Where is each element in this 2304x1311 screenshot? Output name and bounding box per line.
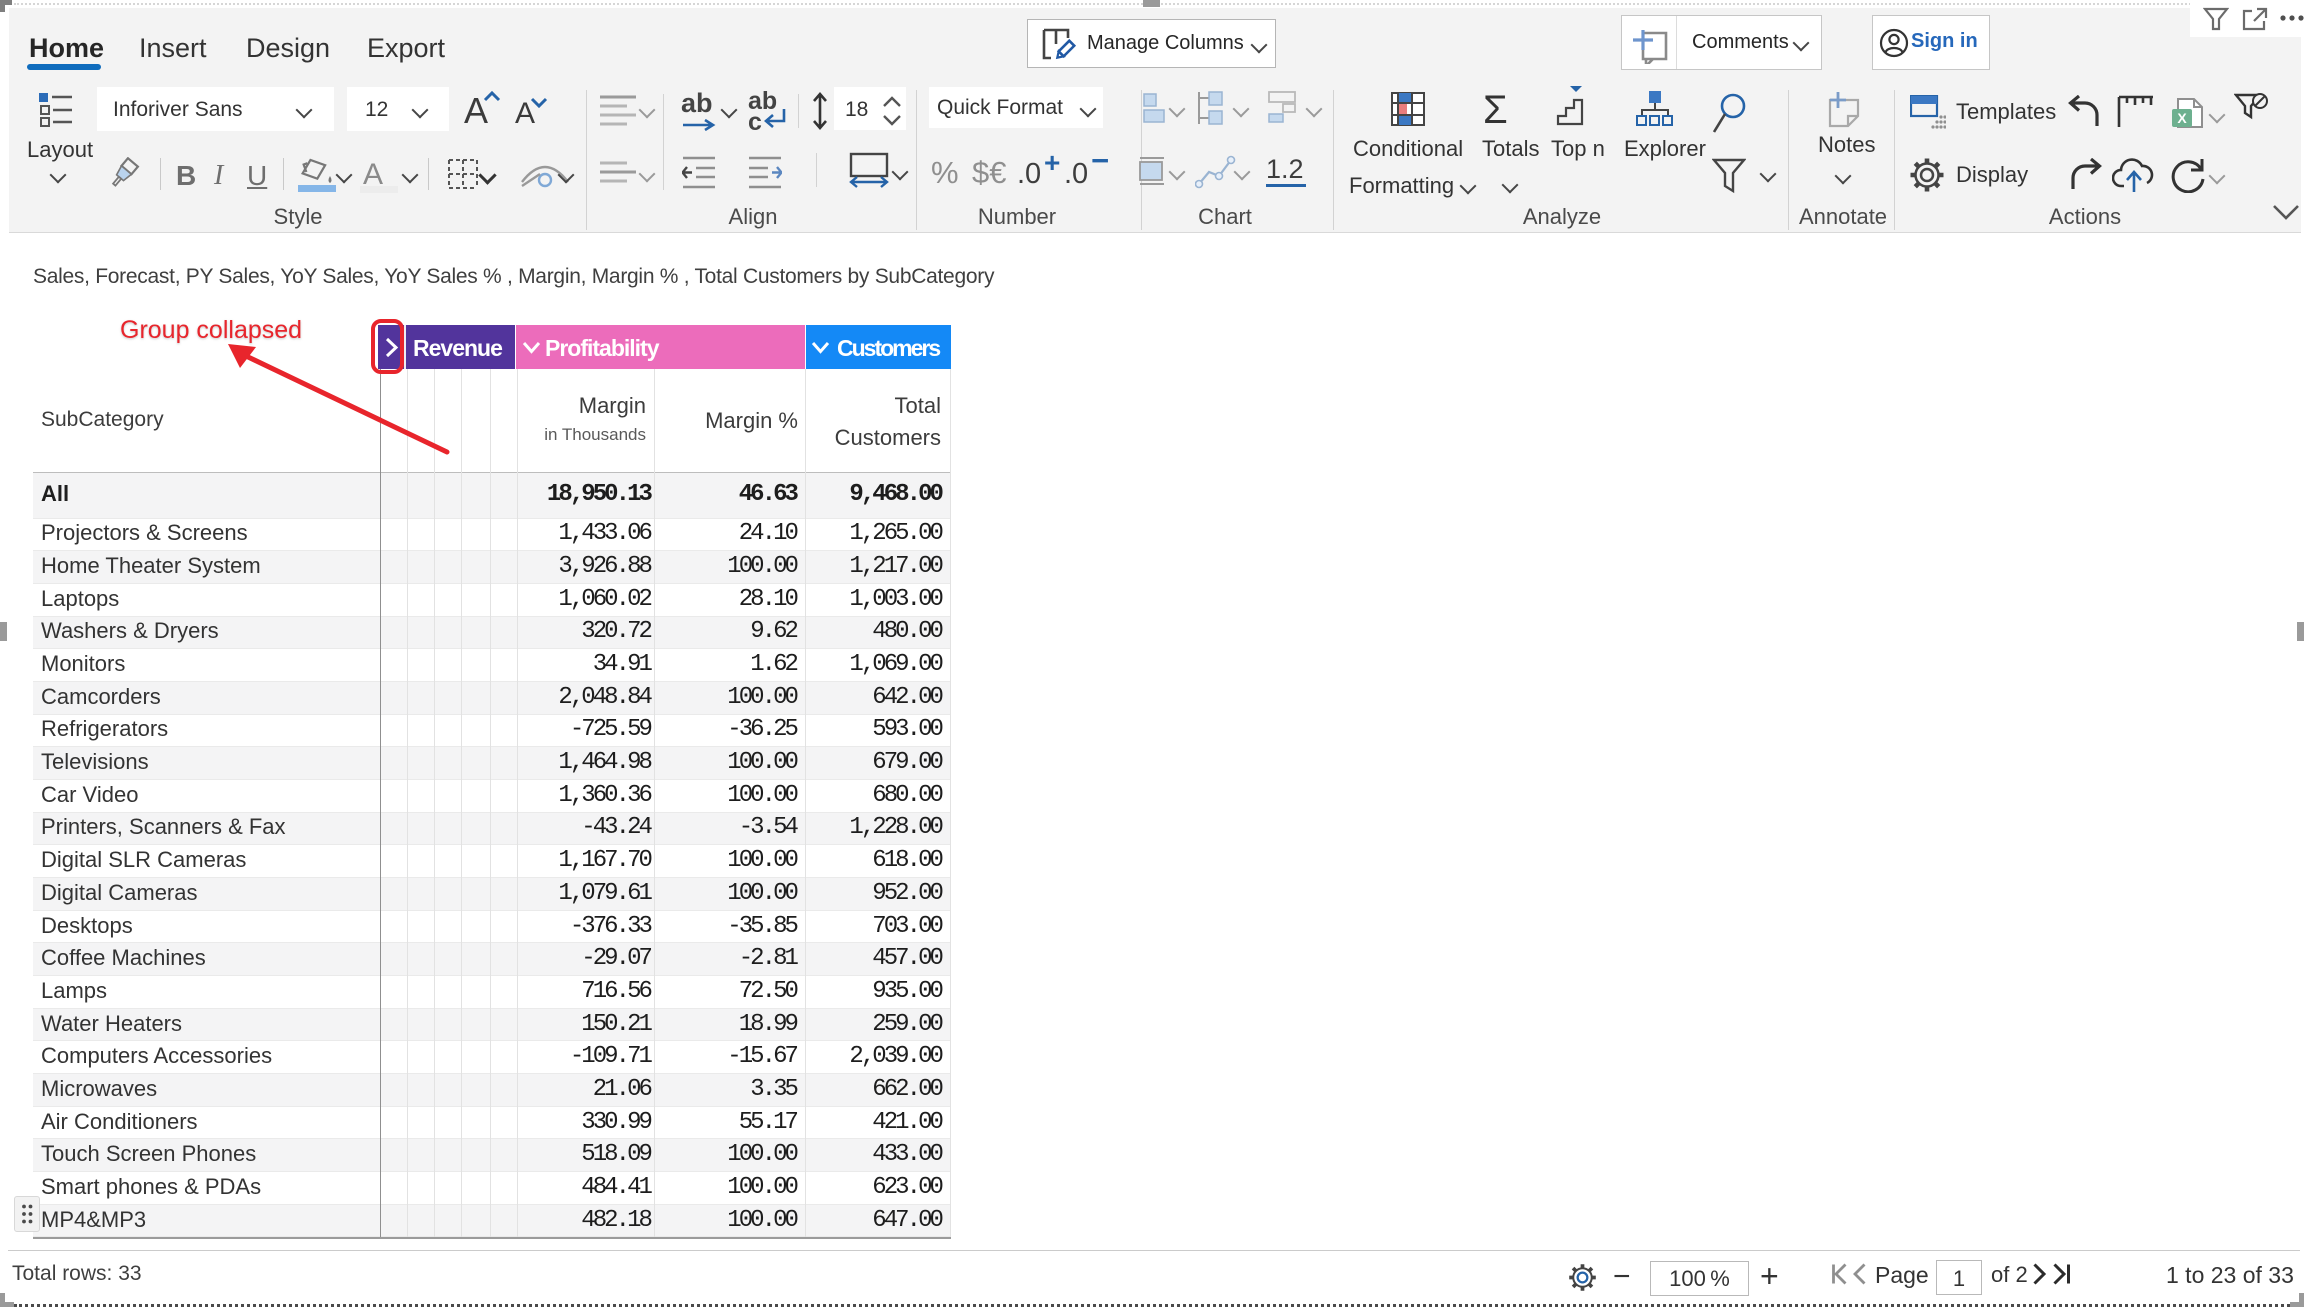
svg-text:X: X [2177,110,2187,126]
